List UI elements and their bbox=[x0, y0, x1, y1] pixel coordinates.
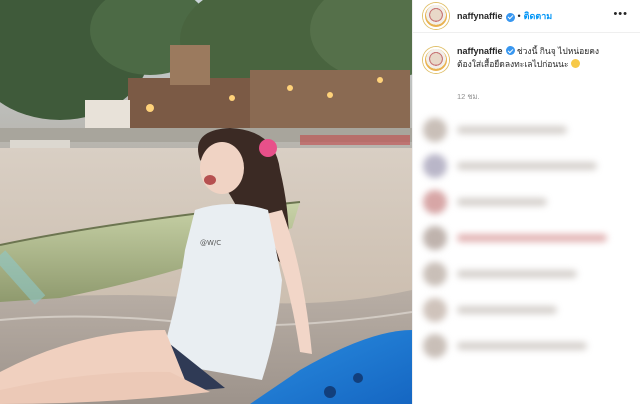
grinning-face-emoji-icon bbox=[570, 59, 580, 68]
caption-author-avatar[interactable] bbox=[423, 47, 449, 73]
verified-badge-icon bbox=[505, 46, 515, 55]
more-options-icon[interactable]: ••• bbox=[613, 8, 628, 20]
blurred-comment bbox=[413, 328, 640, 364]
author-avatar[interactable] bbox=[423, 3, 449, 29]
post-caption: naffynaffie ช่วงนี้ กินจุ ไปหน่อยคง ต้อง… bbox=[413, 33, 640, 73]
author-username[interactable]: naffynaffie bbox=[457, 11, 503, 21]
svg-text:@W/C: @W/C bbox=[200, 239, 221, 247]
blurred-comment bbox=[413, 112, 640, 148]
separator-dot: • bbox=[517, 11, 521, 21]
blurred-comment bbox=[413, 148, 640, 184]
caption-body: naffynaffie ช่วงนี้ กินจุ ไปหน่อยคง ต้อง… bbox=[457, 45, 599, 73]
beach-photo-illustration: @W/C bbox=[0, 0, 412, 404]
caption-username[interactable]: naffynaffie bbox=[457, 46, 503, 56]
follow-button[interactable]: ติดตาม bbox=[524, 9, 553, 23]
blurred-comment bbox=[413, 292, 640, 328]
blurred-comments-list bbox=[413, 112, 640, 364]
caption-text-line2: ต้องใส่เสื้อยืดลงทะเลไปก่อนนะ bbox=[457, 58, 599, 71]
caption-text-line1: ช่วงนี้ กินจุ ไปหน่อยคง bbox=[516, 46, 600, 56]
blurred-comment bbox=[413, 220, 640, 256]
post-side-panel: naffynaffie • ติดตาม ••• naffynaffie ช่ว… bbox=[412, 0, 640, 404]
post-photo[interactable]: @W/C bbox=[0, 0, 412, 404]
blurred-comment bbox=[413, 256, 640, 292]
post-header: naffynaffie • ติดตาม ••• bbox=[413, 0, 640, 33]
post-timestamp[interactable]: 12 ชม. bbox=[457, 91, 640, 103]
blurred-comment bbox=[413, 184, 640, 220]
verified-badge-icon bbox=[505, 12, 515, 22]
